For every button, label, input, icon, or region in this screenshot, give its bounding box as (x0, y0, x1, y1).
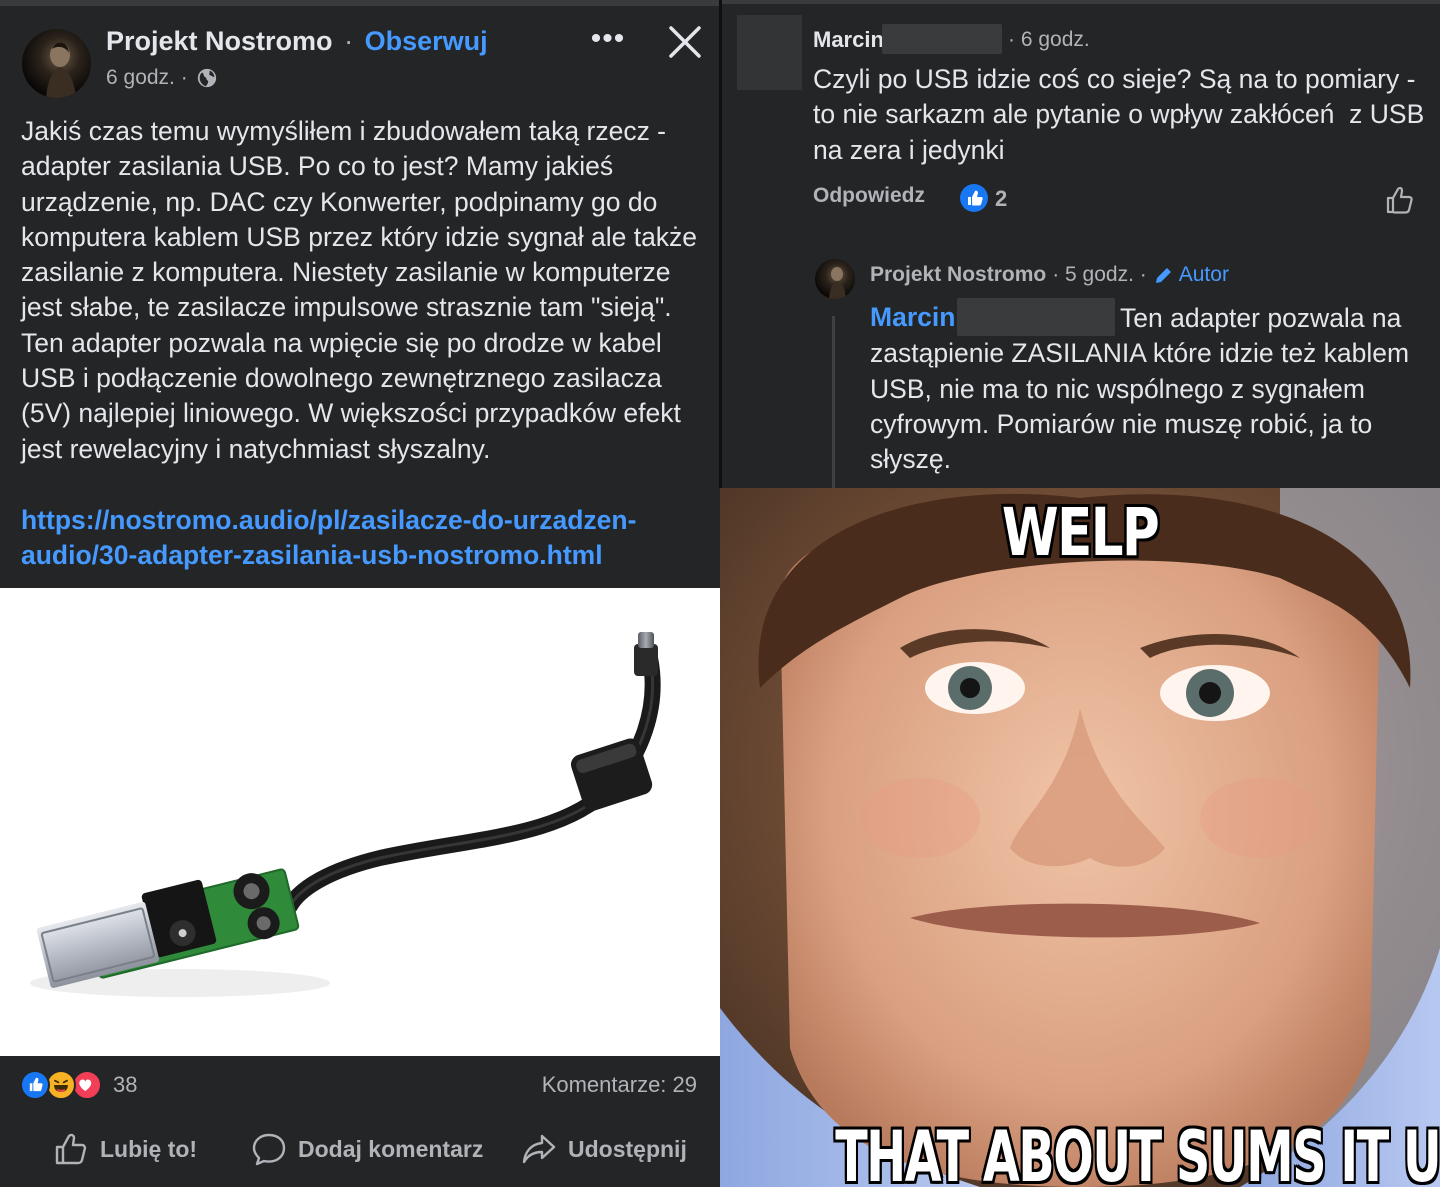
post-body-text: Jakiś czas temu wymyśliłem i zbudowałem … (21, 116, 705, 464)
avatar-image (829, 267, 846, 299)
reply-author-name[interactable]: Projekt Nostromo (870, 263, 1046, 287)
share-arrow-icon (522, 1134, 556, 1164)
facebook-post: Projekt Nostromo · Obserwuj 6 godz. · ••… (0, 0, 720, 1187)
reply-author-avatar[interactable] (815, 259, 855, 299)
mention-link[interactable]: Marcin (870, 302, 955, 333)
comments-panel: Marcin · 6 godz. Czyli po USB idzie coś … (722, 0, 1440, 488)
reaction-count[interactable]: 38 (113, 1072, 137, 1098)
commenter-name[interactable]: Marcin (813, 27, 884, 53)
commenter-avatar-redacted[interactable] (737, 15, 802, 90)
thumbs-up-icon[interactable] (1384, 184, 1416, 216)
reply-meta: Projekt Nostromo · 5 godz. · Autor (870, 263, 1229, 287)
reply-timestamp[interactable]: · 5 godz. · (1052, 263, 1147, 287)
reaction-icons[interactable] (20, 1070, 110, 1100)
comment-bubble-icon (252, 1133, 286, 1166)
redacted-surname (957, 298, 1115, 336)
post-header: Projekt Nostromo · Obserwuj (106, 26, 488, 57)
author-badge: Autor (1153, 263, 1229, 287)
redacted-surname (882, 24, 1002, 54)
more-options-icon[interactable]: ••• (588, 24, 628, 60)
action-bar: Lubię to! Dodaj komentarz Udostępnij (0, 1116, 720, 1187)
post-author-name[interactable]: Projekt Nostromo (106, 26, 333, 56)
avatar-image (46, 42, 76, 98)
share-button[interactable]: Udostępnij (520, 1130, 687, 1168)
share-label: Udostępnij (568, 1135, 687, 1162)
like-button[interactable]: Lubię to! (52, 1130, 197, 1168)
post-meta: 6 godz. · (106, 66, 218, 90)
globe-icon (197, 68, 216, 88)
pencil-icon (1155, 268, 1171, 283)
meme-bottom-text: THAT ABOUT SUMS IT UP (835, 1116, 1440, 1187)
comment-timestamp[interactable]: · 6 godz. (1008, 28, 1090, 52)
comment-count[interactable]: Komentarze: 29 (542, 1072, 697, 1098)
like-badge-icon[interactable] (960, 184, 988, 212)
love-reaction-icon (72, 1070, 102, 1100)
product-photo[interactable] (0, 588, 720, 1056)
reactions-bar: 38 Komentarze: 29 (0, 1056, 720, 1116)
meme-face-illustration (720, 488, 1440, 1187)
page-avatar[interactable] (22, 29, 91, 98)
follow-button[interactable]: Obserwuj (365, 26, 488, 56)
separator-dot: · (344, 26, 354, 56)
like-label: Lubię to! (100, 1135, 198, 1162)
comment-button[interactable]: Dodaj komentarz (250, 1130, 483, 1168)
post-link[interactable]: https://nostromo.audio/pl/zasilacze-do-u… (21, 503, 711, 574)
top-strip (0, 0, 720, 6)
meme-top-text: WELP (1001, 494, 1160, 571)
comment-label: Dodaj komentarz (298, 1135, 484, 1162)
top-strip (722, 0, 1440, 4)
close-icon[interactable] (665, 22, 705, 62)
post-timestamp[interactable]: 6 godz. · (106, 66, 188, 90)
meme-image[interactable]: WELP THAT ABOUT SUMS IT UP (720, 488, 1440, 1187)
like-reaction-icon (20, 1070, 50, 1100)
author-badge-label: Autor (1178, 263, 1229, 286)
comment-like-count: 2 (995, 186, 1008, 211)
reply-thread-line (832, 316, 835, 488)
comment-text: Czyli po USB idzie coś co sieje? Są na t… (813, 64, 1432, 165)
haha-reaction-icon (46, 1070, 76, 1100)
reply-button[interactable]: Odpowiedz (813, 184, 925, 208)
thumbs-up-icon (55, 1133, 87, 1165)
usb-adapter-image (30, 632, 661, 997)
